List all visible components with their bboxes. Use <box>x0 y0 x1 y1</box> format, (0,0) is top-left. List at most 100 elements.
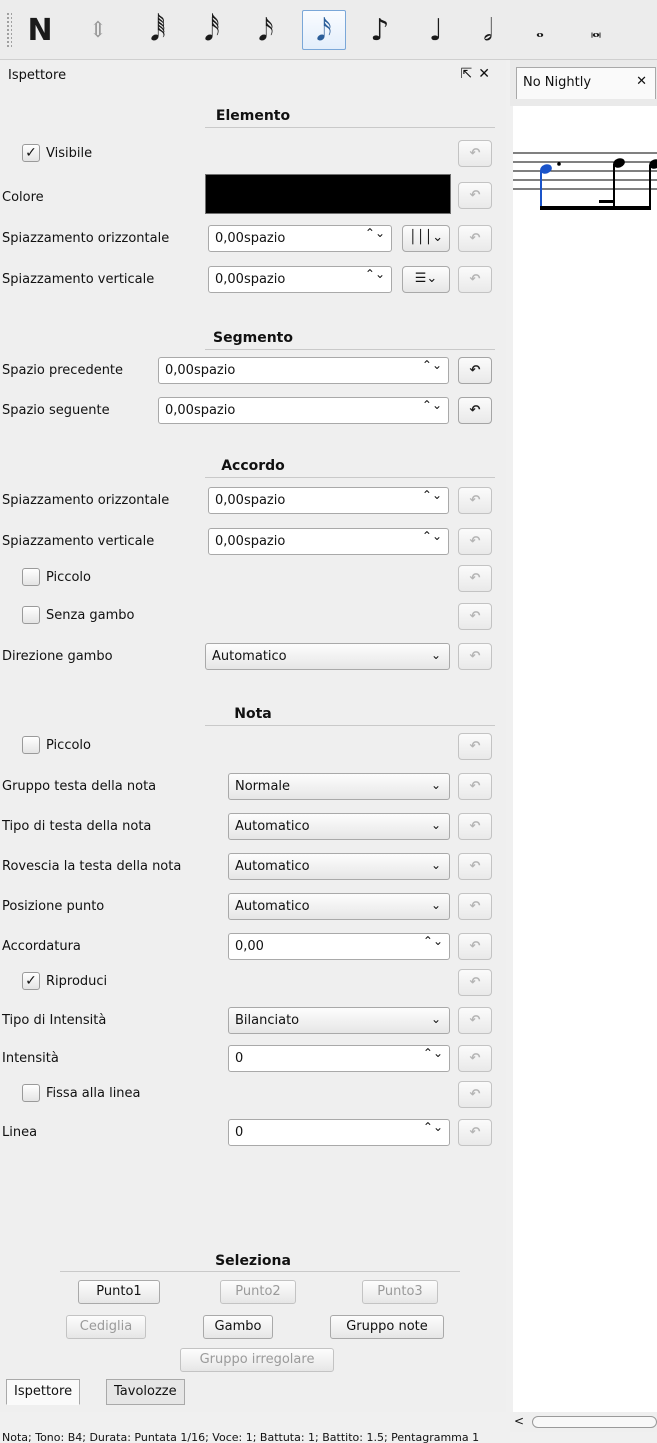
reset-stemless-button[interactable]: ↶ <box>458 603 492 630</box>
reset-head-group-button[interactable]: ↶ <box>458 773 492 800</box>
reset-elem-hoffset-button[interactable]: ↶ <box>458 225 492 252</box>
staff-lines <box>513 152 657 190</box>
toolbar-grip[interactable] <box>6 12 12 48</box>
chord-small-checkbox[interactable] <box>22 568 40 586</box>
scrollbar-thumb[interactable] <box>532 1416 657 1428</box>
breve-note-icon[interactable]: 𝅜 <box>574 10 618 50</box>
quarter-note-icon[interactable]: ♩ <box>414 10 458 50</box>
spin-arrows-icon[interactable]: ⌃⌄ <box>423 935 443 947</box>
reset-icon: ↶ <box>469 363 481 378</box>
spin-arrows-icon[interactable]: ⌃⌄ <box>422 489 442 501</box>
reset-velocity-type-button[interactable]: ↶ <box>458 1007 492 1034</box>
note-input-icon[interactable]: N <box>18 10 62 50</box>
chevron-down-icon: ⌄ <box>430 858 441 872</box>
vertical-align-button[interactable]: ☰⌄ <box>402 266 450 293</box>
elem-hoffset-spinbox[interactable]: 0,00spazio ⌃⌄ <box>208 225 392 252</box>
play-checkbox[interactable]: ✓ <box>22 972 40 990</box>
trailing-space-spinbox[interactable]: 0,00spazio ⌃⌄ <box>158 397 449 424</box>
select-dot2-button[interactable]: Punto2 <box>220 1280 296 1304</box>
reset-icon: ↶ <box>469 939 481 954</box>
reset-icon: ↶ <box>469 1087 481 1102</box>
spin-arrows-icon[interactable]: ⌃⌄ <box>423 1121 443 1133</box>
select-stem-button[interactable]: Gambo <box>203 1315 273 1339</box>
close-icon[interactable]: ✕ <box>636 74 647 89</box>
fix-to-line-checkbox[interactable] <box>22 1084 40 1102</box>
spin-arrows-icon[interactable]: ⌃⌄ <box>365 227 385 239</box>
reset-elem-voffset-button[interactable]: ↶ <box>458 266 492 293</box>
leading-space-spinbox[interactable]: 0,00spazio ⌃⌄ <box>158 357 449 384</box>
spin-arrows-icon[interactable]: ⌃⌄ <box>423 1047 443 1059</box>
reset-mirror-head-button[interactable]: ↶ <box>458 853 492 880</box>
velocity-label: Intensità <box>2 1051 59 1066</box>
mirror-head-select[interactable]: Automatico ⌄ <box>228 853 450 880</box>
reset-color-button[interactable]: ↶ <box>458 182 492 209</box>
reset-stem-direction-button[interactable]: ↶ <box>458 643 492 670</box>
whole-note-icon[interactable]: 𝅝 <box>518 10 562 50</box>
score-tab-bar: No Nightly ✕ <box>510 60 657 106</box>
score-canvas[interactable] <box>513 106 657 1412</box>
close-icon[interactable]: ✕ <box>478 66 496 82</box>
eighth-note-icon[interactable]: ♪ <box>358 10 402 50</box>
reset-dot-position-button[interactable]: ↶ <box>458 893 492 920</box>
reset-icon: ↶ <box>469 403 481 418</box>
reset-leading-space-button[interactable]: ↶ <box>458 357 492 384</box>
spin-arrows-icon[interactable]: ⌃⌄ <box>365 268 385 280</box>
float-icon[interactable]: ⇱ <box>461 66 479 82</box>
64th-note-icon[interactable]: 𝅘𝅥𝅰 <box>190 10 234 50</box>
head-group-select[interactable]: Normale ⌄ <box>228 773 450 800</box>
tab-tavolozze[interactable]: Tavolozze <box>106 1379 185 1405</box>
select-hook-button[interactable]: Cediglia <box>66 1315 146 1339</box>
half-note-icon[interactable]: 𝅗𝅥 <box>466 10 510 50</box>
tab-ispettore[interactable]: Ispettore <box>6 1379 81 1405</box>
score-tab-label: No Nightly <box>523 75 592 90</box>
velocity-type-select[interactable]: Bilanciato ⌄ <box>228 1007 450 1034</box>
head-type-select[interactable]: Automatico ⌄ <box>228 813 450 840</box>
reset-note-small-button[interactable]: ↶ <box>458 733 492 760</box>
reset-visible-button[interactable]: ↶ <box>458 140 492 167</box>
line-spinbox[interactable]: 0 ⌃⌄ <box>228 1119 450 1146</box>
dot-position-select[interactable]: Automatico ⌄ <box>228 893 450 920</box>
reset-chord-voffset-button[interactable]: ↶ <box>458 528 492 555</box>
select-dot3-button[interactable]: Punto3 <box>362 1280 438 1304</box>
spin-arrows-icon[interactable]: ⌃⌄ <box>422 530 442 542</box>
chord-voffset-spinbox[interactable]: 0,00spazio ⌃⌄ <box>208 528 449 555</box>
reset-fix-to-line-button[interactable]: ↶ <box>458 1081 492 1108</box>
reset-icon: ↶ <box>469 188 481 203</box>
reset-chord-hoffset-button[interactable]: ↶ <box>458 487 492 514</box>
section-nota-title: Nota <box>234 706 272 722</box>
reset-velocity-button[interactable]: ↶ <box>458 1045 492 1072</box>
reset-head-type-button[interactable]: ↶ <box>458 813 492 840</box>
reset-icon: ↶ <box>469 146 481 161</box>
16th-note-icon[interactable]: 𝅘𝅥𝅯 <box>302 10 346 50</box>
reset-chord-small-button[interactable]: ↶ <box>458 565 492 592</box>
color-swatch[interactable] <box>205 174 451 214</box>
horizontal-scrollbar[interactable]: < <box>510 1412 657 1432</box>
stem-direction-select[interactable]: Automatico ⌄ <box>205 643 450 670</box>
chord-hoffset-spinbox[interactable]: 0,00spazio ⌃⌄ <box>208 487 449 514</box>
fix-to-line-label: Fissa alla linea <box>46 1086 141 1101</box>
reset-play-button[interactable]: ↶ <box>458 969 492 996</box>
stem-direction-label: Direzione gambo <box>2 649 113 664</box>
reset-line-button[interactable]: ↶ <box>458 1119 492 1146</box>
tab-score[interactable]: No Nightly ✕ <box>516 67 656 99</box>
note-small-checkbox[interactable] <box>22 736 40 754</box>
32nd-note-icon[interactable]: 𝅘𝅥𝅯 <box>244 10 288 50</box>
tuning-spinbox[interactable]: 0,00 ⌃⌄ <box>228 933 450 960</box>
horizontal-align-button[interactable]: │││⌄ <box>402 225 450 252</box>
reset-trailing-space-button[interactable]: ↶ <box>458 397 492 424</box>
stemless-checkbox[interactable] <box>22 606 40 624</box>
reset-icon: ↶ <box>469 739 481 754</box>
section-divider <box>205 725 495 726</box>
spin-arrows-icon[interactable]: ⌃⌄ <box>422 399 442 411</box>
128th-note-icon[interactable]: 𝅘𝅥𝅱 <box>136 10 180 50</box>
select-beam-button[interactable]: Gruppo note <box>330 1315 444 1339</box>
velocity-spinbox[interactable]: 0 ⌃⌄ <box>228 1045 450 1072</box>
dot-position-label: Posizione punto <box>2 899 105 914</box>
elem-voffset-spinbox[interactable]: 0,00spazio ⌃⌄ <box>208 266 392 293</box>
select-dot1-button[interactable]: Punto1 <box>78 1280 160 1304</box>
scroll-left-icon[interactable]: < <box>514 1414 524 1428</box>
reset-tuning-button[interactable]: ↶ <box>458 933 492 960</box>
visible-checkbox[interactable]: ✓ <box>22 144 40 162</box>
spin-arrows-icon[interactable]: ⌃⌄ <box>422 359 442 371</box>
voice-toggle-icon[interactable]: ⇕ <box>76 10 120 50</box>
